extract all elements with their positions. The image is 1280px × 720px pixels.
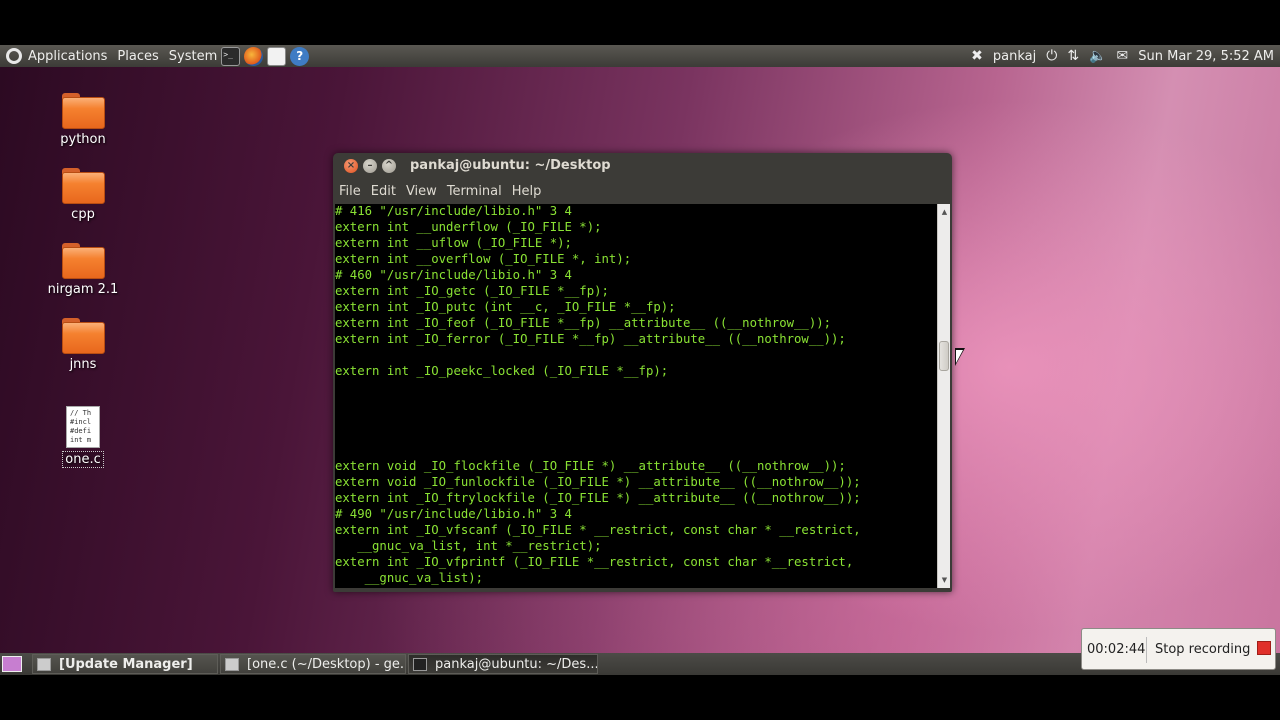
terminal-output[interactable]: # 416 "/usr/include/libio.h" 3 4 extern … (335, 204, 937, 588)
me-menu-icon[interactable]: ✖ (971, 48, 983, 64)
task-gedit[interactable]: [one.c (~/Desktop) - ge... (220, 654, 406, 674)
menu-applications[interactable]: Applications (28, 49, 107, 64)
terminal-line: extern void _IO_flockfile (_IO_FILE *) _… (335, 459, 846, 474)
terminal-line: extern int _IO_ferror (_IO_FILE *__fp) _… (335, 331, 846, 346)
scroll-down-icon[interactable]: ▼ (938, 574, 951, 586)
folder-icon (61, 168, 105, 204)
close-icon[interactable]: × (344, 159, 358, 173)
desktop-icon-label: nirgam 2.1 (47, 282, 119, 297)
terminal-line: extern int _IO_feof (_IO_FILE *__fp) __a… (335, 315, 832, 330)
terminal-line: # 490 "/usr/include/libio.h" 3 4 (335, 507, 572, 522)
terminal-line: extern int _IO_vfprintf (_IO_FILE *__res… (335, 554, 854, 569)
task-label: [Update Manager] (59, 656, 193, 672)
desktop-icon-label: one.c (62, 451, 104, 468)
menu-help[interactable]: Help (512, 184, 542, 199)
terminal-line: extern int __underflow (_IO_FILE *); (335, 219, 602, 234)
desktop-icon-label: jnns (69, 357, 97, 372)
terminal-line: extern int _IO_getc (_IO_FILE *__fp); (335, 283, 609, 298)
terminal-icon (413, 657, 427, 671)
power-icon[interactable]: ⏻ (1046, 48, 1057, 64)
maximize-icon[interactable]: ^ (382, 159, 396, 173)
menu-view[interactable]: View (406, 184, 437, 199)
desktop-icon-label: cpp (71, 207, 95, 222)
top-panel-indicators: ✖ pankaj ⏻ ⇅ 🔈 ✉ Sun Mar 29, 5:52 AM (971, 45, 1280, 67)
terminal-scrollbar[interactable]: ▲ ▼ (937, 204, 950, 588)
minimize-icon[interactable]: – (363, 159, 377, 173)
desktop-icon-python[interactable]: python (38, 93, 128, 147)
folder-icon (61, 243, 105, 279)
task-label: [one.c (~/Desktop) - ge... (247, 656, 406, 672)
menu-terminal[interactable]: Terminal (447, 184, 502, 199)
menu-edit[interactable]: Edit (371, 184, 396, 199)
mouse-pointer-icon (955, 348, 965, 366)
terminal-line: extern int __uflow (_IO_FILE *); (335, 235, 572, 250)
firefox-launcher-icon[interactable] (244, 46, 264, 66)
window-titlebar[interactable]: × – ^ pankaj@ubuntu: ~/Desktop (333, 153, 952, 179)
terminal-line: __gnuc_va_list); (364, 570, 484, 585)
terminal-menubar: File Edit View Terminal Help (333, 179, 952, 203)
terminal-line: # 416 "/usr/include/libio.h" 3 4 (335, 204, 572, 218)
desktop-icon-cpp[interactable]: cpp (38, 168, 128, 222)
task-update-manager[interactable]: [Update Manager] (32, 654, 218, 674)
top-panel: Applications Places System ? ✖ pankaj ⏻ … (0, 45, 1280, 67)
desktop-icon-nirgam[interactable]: nirgam 2.1 (38, 243, 128, 297)
scroll-up-icon[interactable]: ▲ (938, 206, 951, 218)
volume-icon[interactable]: 🔈 (1089, 48, 1106, 64)
update-manager-icon (37, 657, 51, 671)
terminal-line: # 460 "/usr/include/libio.h" 3 4 (335, 267, 572, 282)
text-file-icon: // Th #incl #defi int m (66, 406, 100, 448)
scrollbar-thumb[interactable] (939, 341, 949, 371)
show-desktop-icon[interactable] (2, 656, 22, 672)
task-terminal[interactable]: pankaj@ubuntu: ~/Des... (408, 654, 598, 674)
ubuntu-logo-icon[interactable] (6, 48, 22, 64)
text-editor-icon (225, 657, 239, 671)
terminal-text: # 416 "/usr/include/libio.h" 3 4 extern … (335, 204, 937, 587)
network-icon[interactable]: ⇅ (1067, 48, 1079, 64)
desktop-icon-jnns[interactable]: jnns (38, 318, 128, 372)
terminal-line: extern int __overflow (_IO_FILE *, int); (335, 251, 632, 266)
terminal-line: __gnuc_va_list, int *__restrict); (357, 539, 602, 554)
terminal-line: extern int _IO_peekc_locked (_IO_FILE *_… (335, 363, 669, 378)
menu-places[interactable]: Places (117, 49, 158, 64)
text-editor-launcher-icon[interactable] (267, 46, 287, 66)
terminal-launcher-icon[interactable] (221, 46, 241, 66)
recording-timer: 00:02:44 (1087, 642, 1146, 657)
desktop-icon-label: python (60, 132, 106, 147)
stop-icon[interactable] (1257, 641, 1271, 655)
divider (1146, 637, 1147, 663)
desktop-icon-one-c[interactable]: // Th #incl #defi int m one.c (38, 406, 128, 468)
folder-icon (61, 93, 105, 129)
task-label: pankaj@ubuntu: ~/Des... (435, 656, 598, 672)
help-launcher-icon[interactable]: ? (290, 46, 310, 66)
terminal-line: extern int _IO_ftrylockfile (_IO_FILE *)… (335, 491, 861, 506)
window-title: pankaj@ubuntu: ~/Desktop (410, 158, 611, 173)
terminal-window: × – ^ pankaj@ubuntu: ~/Desktop File Edit… (333, 153, 952, 592)
clock[interactable]: Sun Mar 29, 5:52 AM (1138, 49, 1274, 64)
terminal-line: extern int _IO_putc (int __c, _IO_FILE *… (335, 299, 676, 314)
mail-icon[interactable]: ✉ (1117, 48, 1129, 64)
stop-recording-button[interactable]: Stop recording (1155, 642, 1250, 657)
recorder-widget: 00:02:44 Stop recording (1081, 628, 1276, 670)
terminal-line: extern void _IO_funlockfile (_IO_FILE *)… (335, 475, 861, 490)
menu-file[interactable]: File (339, 184, 361, 199)
folder-icon (61, 318, 105, 354)
menu-system[interactable]: System (169, 49, 217, 64)
terminal-line: extern int _IO_vfscanf (_IO_FILE * __res… (335, 523, 861, 538)
user-name[interactable]: pankaj (993, 49, 1036, 64)
